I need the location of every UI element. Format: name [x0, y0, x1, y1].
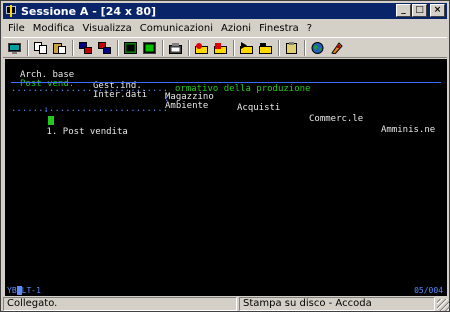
clipboard-icon [286, 41, 297, 54]
paste-button[interactable] [51, 40, 68, 56]
toolbar-separator [162, 39, 164, 56]
selection-cursor [47, 116, 54, 125]
terminal-app-icon[interactable] [5, 5, 17, 17]
menu-option[interactable]: Commerc.le [309, 114, 363, 125]
record-macro-icon [195, 42, 208, 54]
terminal-screen[interactable]: Arch. base Gest.ind. Magazzino Acquisti … [5, 59, 447, 286]
clipboard-button[interactable] [283, 40, 300, 56]
copy-icon [34, 41, 47, 54]
pulldown-box-bottom: ............................. [11, 104, 169, 114]
keyboard-map-button[interactable] [141, 40, 158, 56]
display-setup-icon [124, 41, 137, 54]
stop-macro-button[interactable] [212, 40, 229, 56]
close-button[interactable]: × [430, 4, 445, 17]
print-screen-icon [8, 42, 21, 54]
oia-left: YB LT-1 [7, 286, 41, 295]
display-setup-button[interactable] [122, 40, 139, 56]
window-controls: _ □ × [395, 4, 445, 17]
send-file-icon [79, 41, 92, 54]
receive-file-button[interactable] [96, 40, 113, 56]
menu-option[interactable]: Ambiente [165, 101, 208, 112]
stop-macro-icon [214, 42, 227, 54]
menu-option[interactable]: Amminis.ne [381, 125, 435, 136]
menu-option[interactable]: Acquisti [237, 103, 280, 114]
menu-modifica[interactable]: Modifica [29, 23, 79, 34]
macro-button[interactable] [167, 40, 184, 56]
macro-icon [169, 42, 182, 54]
menu-finestra[interactable]: Finestra [255, 23, 303, 34]
toolbar-separator [188, 39, 190, 56]
toolbar [3, 37, 447, 58]
toolbar-separator [27, 39, 29, 56]
record-macro-button[interactable] [193, 40, 210, 56]
keyboard-map-icon [143, 41, 156, 54]
connection-status: Collegato. [3, 297, 237, 311]
run-macro-icon [259, 42, 272, 54]
maximize-button[interactable]: □ [412, 4, 427, 17]
toolbar-separator [117, 39, 119, 56]
screen-header-text: ormativo della produzione [175, 84, 311, 94]
globe-button[interactable] [309, 40, 326, 56]
send-file-button[interactable] [77, 40, 94, 56]
paste-icon [53, 42, 66, 54]
toolbar-separator [233, 39, 235, 56]
menu-bar: File Modifica Visualizza Comunicazioni A… [3, 20, 447, 36]
title-bar[interactable]: Sessione A - [24 x 80] _ □ × [3, 3, 447, 19]
menu-comunicazioni[interactable]: Comunicazioni [136, 23, 217, 34]
pulldown-item-row: : 1. Post vendita [11, 94, 128, 149]
play-macro-icon [240, 41, 253, 54]
window-title: Sessione A - [24 x 80] [21, 4, 157, 18]
resize-grip[interactable] [437, 299, 449, 311]
menu-azioni[interactable]: Azioni [217, 23, 255, 34]
menu-file[interactable]: File [3, 23, 29, 34]
action-bar-divider [11, 82, 441, 83]
toolbar-separator [304, 39, 306, 56]
help-icon [331, 41, 343, 54]
operator-info-area: YB LT-1 05/004 [5, 286, 447, 296]
minimize-button[interactable]: _ [396, 4, 411, 17]
print-status: Stampa su disco - Accoda [239, 297, 435, 311]
toolbar-separator [72, 39, 74, 56]
cursor-position: 05/004 [414, 286, 443, 295]
globe-icon [311, 41, 324, 54]
print-screen-button[interactable] [6, 40, 23, 56]
emulator-window: Sessione A - [24 x 80] _ □ × File Modifi… [0, 0, 450, 312]
pulldown-item[interactable]: 1. Post vendita [47, 127, 128, 137]
receive-file-icon [98, 41, 111, 54]
menu-help[interactable]: ? [303, 23, 316, 34]
toolbar-separator [278, 39, 280, 56]
help-button[interactable] [328, 40, 345, 56]
copy-button[interactable] [32, 40, 49, 56]
run-macro-button[interactable] [257, 40, 274, 56]
play-macro-button[interactable] [238, 40, 255, 56]
status-bar: Collegato. Stampa su disco - Accoda [3, 297, 449, 311]
menu-visualizza[interactable]: Visualizza [79, 23, 136, 34]
